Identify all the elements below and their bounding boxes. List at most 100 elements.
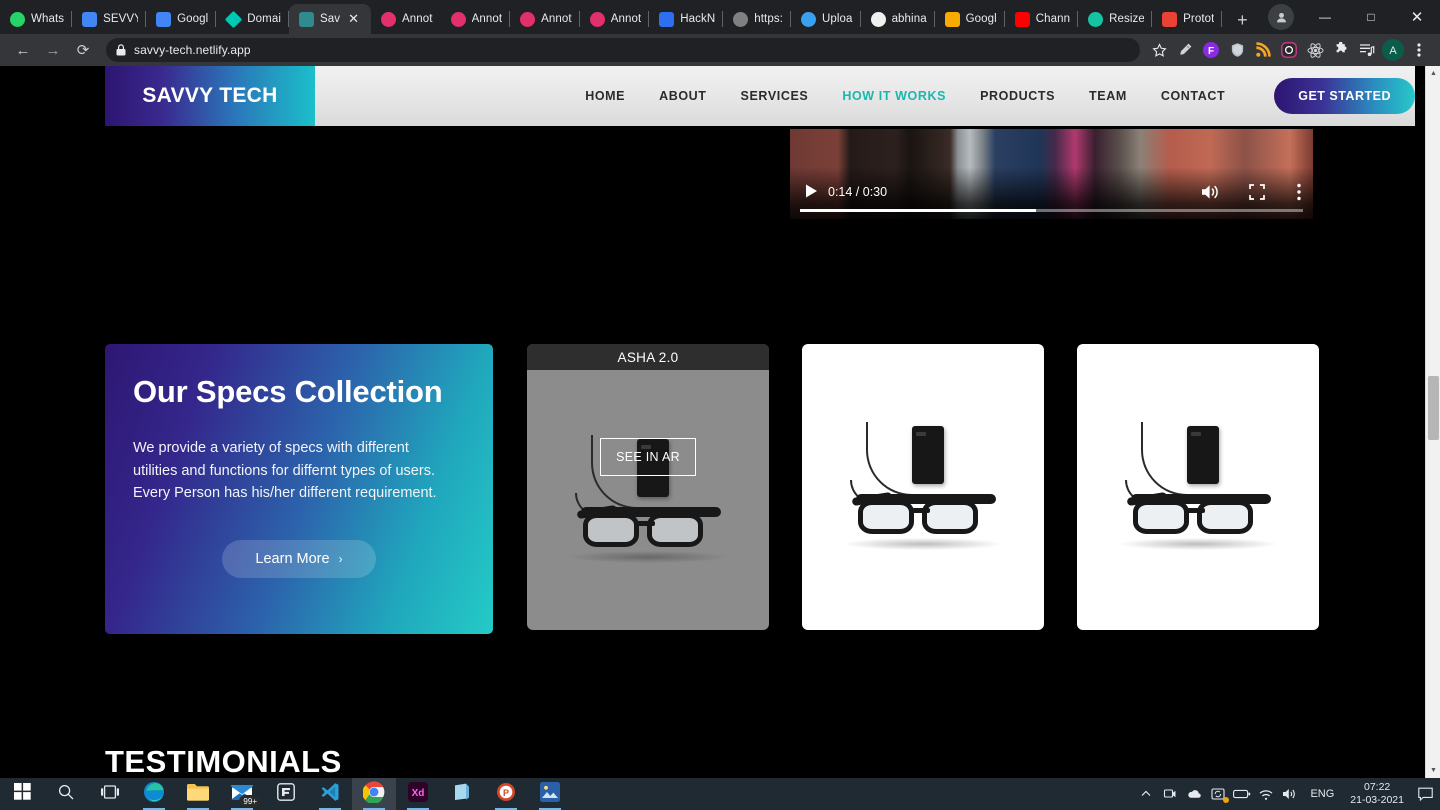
chrome-button[interactable] (352, 778, 396, 810)
volume-icon[interactable] (1278, 778, 1302, 810)
address-bar-url: savvy-tech.netlify.app (134, 43, 251, 57)
start-button[interactable] (0, 778, 44, 810)
browser-tab[interactable]: Domai (216, 4, 290, 34)
browser-tab[interactable]: Annot (441, 4, 511, 34)
powerpoint-button[interactable]: P (484, 778, 528, 810)
onedrive-icon[interactable] (1182, 778, 1206, 810)
browser-tab[interactable]: Whats (0, 4, 73, 34)
hackernoon-icon (659, 11, 675, 27)
see-in-ar-button[interactable]: SEE IN AR (600, 438, 696, 476)
chevron-up-icon[interactable] (1134, 778, 1158, 810)
minimize-button[interactable]: — (1302, 0, 1348, 34)
screen-share-icon[interactable] (1158, 778, 1182, 810)
volume-on-icon[interactable] (1201, 183, 1221, 201)
profile-initial: A (1389, 45, 1397, 57)
browser-tab[interactable]: Annot (580, 4, 650, 34)
browser-tab-title: https: (754, 13, 783, 25)
profile-avatar[interactable]: A (1380, 37, 1406, 63)
nav-link-contact[interactable]: CONTACT (1144, 89, 1242, 103)
browser-tab[interactable]: Googl (935, 4, 1005, 34)
instagram-icon (450, 11, 466, 27)
new-tab-button[interactable]: + (1228, 6, 1256, 34)
site-logo[interactable]: SAVVY TECH (105, 66, 315, 126)
clock[interactable]: 07:22 21-03-2021 (1342, 781, 1412, 807)
evernote-button[interactable] (264, 778, 308, 810)
wifi-icon[interactable] (1254, 778, 1278, 810)
specs-collection-card: Our Specs Collection We provide a variet… (105, 344, 493, 634)
browser-tab[interactable]: Chann (1005, 4, 1079, 34)
svg-text:P: P (503, 788, 509, 798)
browser-tab-title: Googl (177, 13, 209, 25)
file-explorer-button[interactable] (176, 778, 220, 810)
edge-button[interactable] (132, 778, 176, 810)
learn-more-button[interactable]: Learn More › (222, 539, 376, 578)
task-view-icon (101, 784, 119, 804)
sync-center-icon[interactable] (1206, 778, 1230, 810)
browser-tab[interactable]: Annot (371, 4, 441, 34)
nav-link-team[interactable]: TEAM (1072, 89, 1144, 103)
scrollbar-thumb[interactable] (1428, 376, 1439, 440)
reading-list-icon[interactable] (1354, 37, 1380, 63)
chevron-right-icon: › (338, 551, 343, 566)
video-player[interactable]: 0:14 / 0:30 (790, 129, 1313, 219)
react-devtools-icon[interactable] (1302, 37, 1328, 63)
get-started-button[interactable]: GET STARTED (1274, 78, 1415, 114)
product-card[interactable]: ASHA 2.0 SEE IN AR (527, 344, 769, 630)
forward-button[interactable]: → (38, 35, 68, 65)
task-view-button[interactable] (88, 778, 132, 810)
testimonials-heading: TESTIMONIALS (105, 744, 342, 778)
browser-tab[interactable]: Resize (1078, 4, 1153, 34)
video-progress-bar[interactable] (800, 209, 1303, 212)
page-scrollbar[interactable]: ▲ ▼ (1425, 66, 1440, 778)
sticky-notes-button[interactable] (440, 778, 484, 810)
shield-icon[interactable] (1224, 37, 1250, 63)
browser-tab[interactable]: Uploa (791, 4, 861, 34)
star-icon[interactable] (1146, 37, 1172, 63)
photos-button[interactable] (528, 778, 572, 810)
scrollbar-up-arrow[interactable]: ▲ (1426, 66, 1440, 81)
browser-tab[interactable]: Sav ✕ (289, 4, 372, 34)
video-menu-icon[interactable] (1297, 183, 1301, 201)
puzzle-icon[interactable] (1328, 37, 1354, 63)
search-button[interactable] (44, 778, 88, 810)
address-bar[interactable]: savvy-tech.netlify.app (106, 38, 1140, 62)
back-button[interactable]: ← (8, 35, 38, 65)
reload-button[interactable]: ⟳ (68, 35, 98, 65)
profile-chip[interactable] (1268, 4, 1294, 30)
glasses-frame (851, 490, 996, 538)
eyedropper-icon[interactable] (1172, 37, 1198, 63)
play-icon[interactable] (803, 183, 819, 199)
font-awesome-icon[interactable]: F (1198, 37, 1224, 63)
scrollbar-down-arrow[interactable]: ▼ (1426, 763, 1440, 778)
product-card[interactable] (1077, 344, 1319, 630)
browser-tab[interactable]: Annot (510, 4, 580, 34)
adobe-xd-button[interactable]: Xd (396, 778, 440, 810)
rss-icon[interactable] (1250, 37, 1276, 63)
close-tab-button[interactable]: ✕ (348, 13, 359, 26)
mail-button[interactable]: 99+ (220, 778, 264, 810)
language-indicator[interactable]: ENG (1302, 788, 1342, 800)
browser-tab[interactable]: Protot (1152, 4, 1223, 34)
browser-tab[interactable]: SEVVY (72, 4, 147, 34)
sync-icon (801, 11, 816, 27)
three-dot-menu-icon[interactable] (1406, 37, 1432, 63)
close-window-button[interactable]: ✕ (1394, 0, 1440, 34)
smart-glasses-image (1103, 418, 1293, 568)
browser-tab[interactable]: abhina (861, 4, 935, 34)
nav-link-home[interactable]: HOME (568, 89, 642, 103)
browser-tab[interactable]: HackN (649, 4, 724, 34)
vscode-button[interactable] (308, 778, 352, 810)
browser-tab[interactable]: Googl (146, 4, 217, 34)
maximize-button[interactable]: □ (1348, 0, 1394, 34)
nav-link-how-it-works[interactable]: HOW IT WORKS (825, 89, 963, 103)
action-center-button[interactable] (1412, 778, 1438, 810)
battery-icon[interactable] (1230, 778, 1254, 810)
instagram-icon[interactable] (1276, 37, 1302, 63)
nav-link-products[interactable]: PRODUCTS (963, 89, 1072, 103)
nav-link-services[interactable]: SERVICES (724, 89, 826, 103)
diamond-icon (225, 10, 243, 28)
product-card[interactable] (802, 344, 1044, 630)
fullscreen-icon[interactable] (1249, 184, 1265, 200)
nav-link-about[interactable]: ABOUT (642, 89, 723, 103)
browser-tab[interactable]: https: (723, 4, 791, 34)
